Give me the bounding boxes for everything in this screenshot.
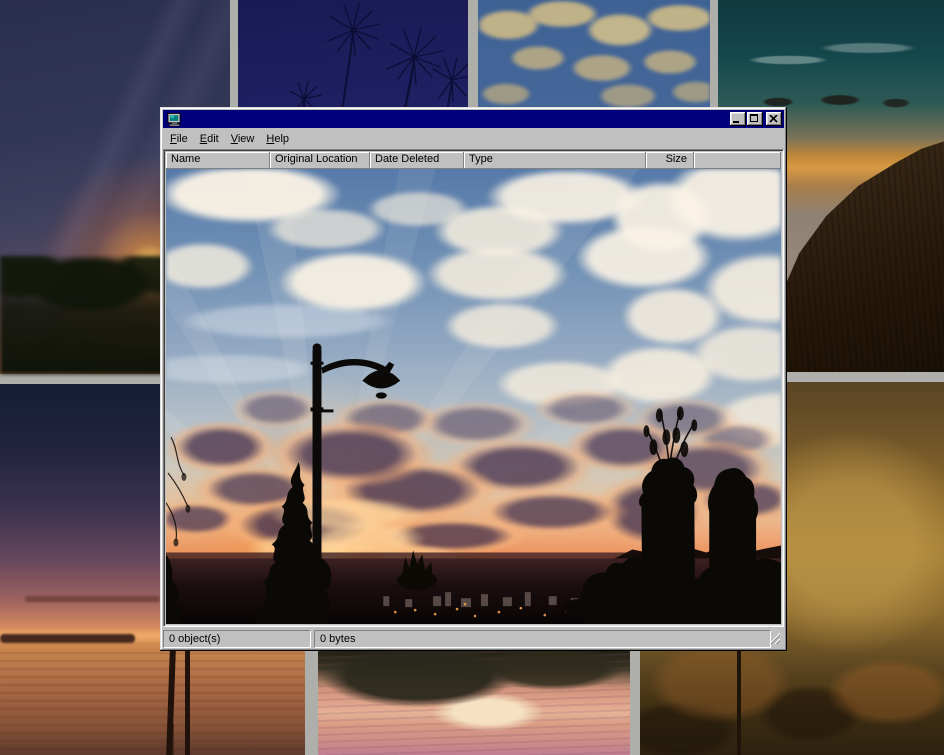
cloud-streak [25,596,160,602]
status-byte-count: 0 bytes [314,630,771,648]
right-trees-silhouette [565,406,781,624]
menu-bar: File Edit View Help [163,129,784,148]
column-header-type[interactable]: Type [464,152,646,169]
status-bar: 0 object(s) 0 bytes [163,628,784,648]
column-header-empty [694,152,781,169]
wallpaper-photo-water-reflection [318,650,630,755]
column-header-name[interactable]: Name [166,152,270,169]
water-streaks [0,646,305,755]
maximize-icon [750,114,758,122]
pole-silhouette [737,650,741,755]
sunset-streetlamp-photo [166,169,781,624]
menu-file[interactable]: File [164,131,194,147]
land-strip [0,634,135,643]
desktop-wallpaper-collage: File Edit View Help Name Original Locati… [0,0,944,755]
computer-icon [167,112,182,127]
pole-reflection [170,724,174,755]
column-header-original-location[interactable]: Original Location [270,152,370,169]
menu-edit[interactable]: Edit [194,131,225,147]
column-headers: Name Original Location Date Deleted Type… [166,152,781,169]
silhouettes-layer [166,169,781,624]
close-button[interactable] [766,112,782,126]
minimize-icon [733,121,739,123]
status-object-count: 0 object(s) [163,630,311,648]
close-icon [769,115,778,123]
menu-view[interactable]: View [225,131,261,147]
window-titlebar[interactable] [163,110,784,128]
menu-help[interactable]: Help [260,131,295,147]
column-header-size[interactable]: Size [646,152,694,169]
maximize-button[interactable] [747,112,763,126]
file-list-area: Name Original Location Date Deleted Type… [163,149,784,627]
pole-silhouette [185,650,190,755]
column-header-date-deleted[interactable]: Date Deleted [370,152,464,169]
minimize-button[interactable] [730,112,746,126]
recycle-bin-window: File Edit View Help Name Original Locati… [160,107,787,651]
